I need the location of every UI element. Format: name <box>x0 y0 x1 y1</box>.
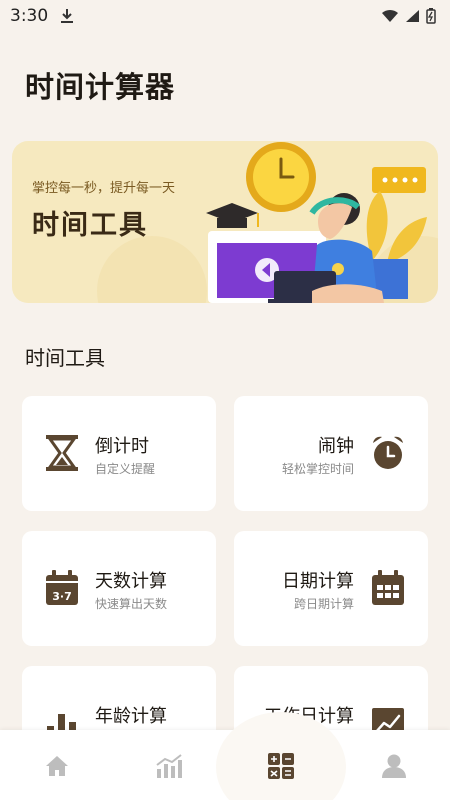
date-calc-card[interactable]: 日期计算 跨日期计算 <box>234 531 428 646</box>
download-icon <box>61 9 74 23</box>
card-subtitle: 快速算出天数 <box>95 597 168 611</box>
home-icon <box>46 756 68 776</box>
wifi-icon <box>382 9 398 22</box>
card-title: 倒计时 <box>95 436 149 457</box>
calendar-37-icon: 3·7 <box>46 570 78 605</box>
countdown-card[interactable]: 倒计时 自定义提醒 <box>22 396 216 511</box>
status-time: 3:30 <box>10 6 49 26</box>
card-subtitle: 跨日期计算 <box>293 597 354 611</box>
stats-icon <box>156 754 182 778</box>
status-bar: 3:30 <box>0 0 450 32</box>
svg-text:3·7: 3·7 <box>52 590 72 603</box>
card-title: 年龄计算 <box>95 706 167 727</box>
nav-home[interactable] <box>42 751 72 781</box>
card-subtitle: 自定义提醒 <box>95 462 156 476</box>
nav-calculator[interactable] <box>266 751 296 781</box>
alarm-clock-icon <box>373 436 403 469</box>
banner-title: 时间工具 <box>32 210 148 241</box>
hero-banner: 掌控每一秒，提升每一天 时间工具 <box>12 141 438 303</box>
signal-icon <box>406 10 419 22</box>
card-subtitle: 轻松掌控时间 <box>281 462 354 476</box>
nav-stats[interactable] <box>154 751 184 781</box>
nav-profile[interactable] <box>379 751 409 781</box>
alarm-card[interactable]: 闹钟 轻松掌控时间 <box>234 396 428 511</box>
page-title: 时间计算器 <box>25 70 176 104</box>
calculator-icon <box>268 753 294 779</box>
hourglass-icon <box>46 435 78 471</box>
section-title: 时间工具 <box>25 346 105 370</box>
profile-icon <box>382 754 406 778</box>
card-title: 闹钟 <box>318 436 354 457</box>
banner-subtitle: 掌控每一秒，提升每一天 <box>32 181 176 196</box>
days-calc-card[interactable]: 3·7 天数计算 快速算出天数 <box>22 531 216 646</box>
calendar-grid-icon <box>372 570 404 605</box>
card-title: 天数计算 <box>95 571 167 592</box>
card-title: 日期计算 <box>282 571 354 592</box>
battery-icon <box>426 8 436 24</box>
